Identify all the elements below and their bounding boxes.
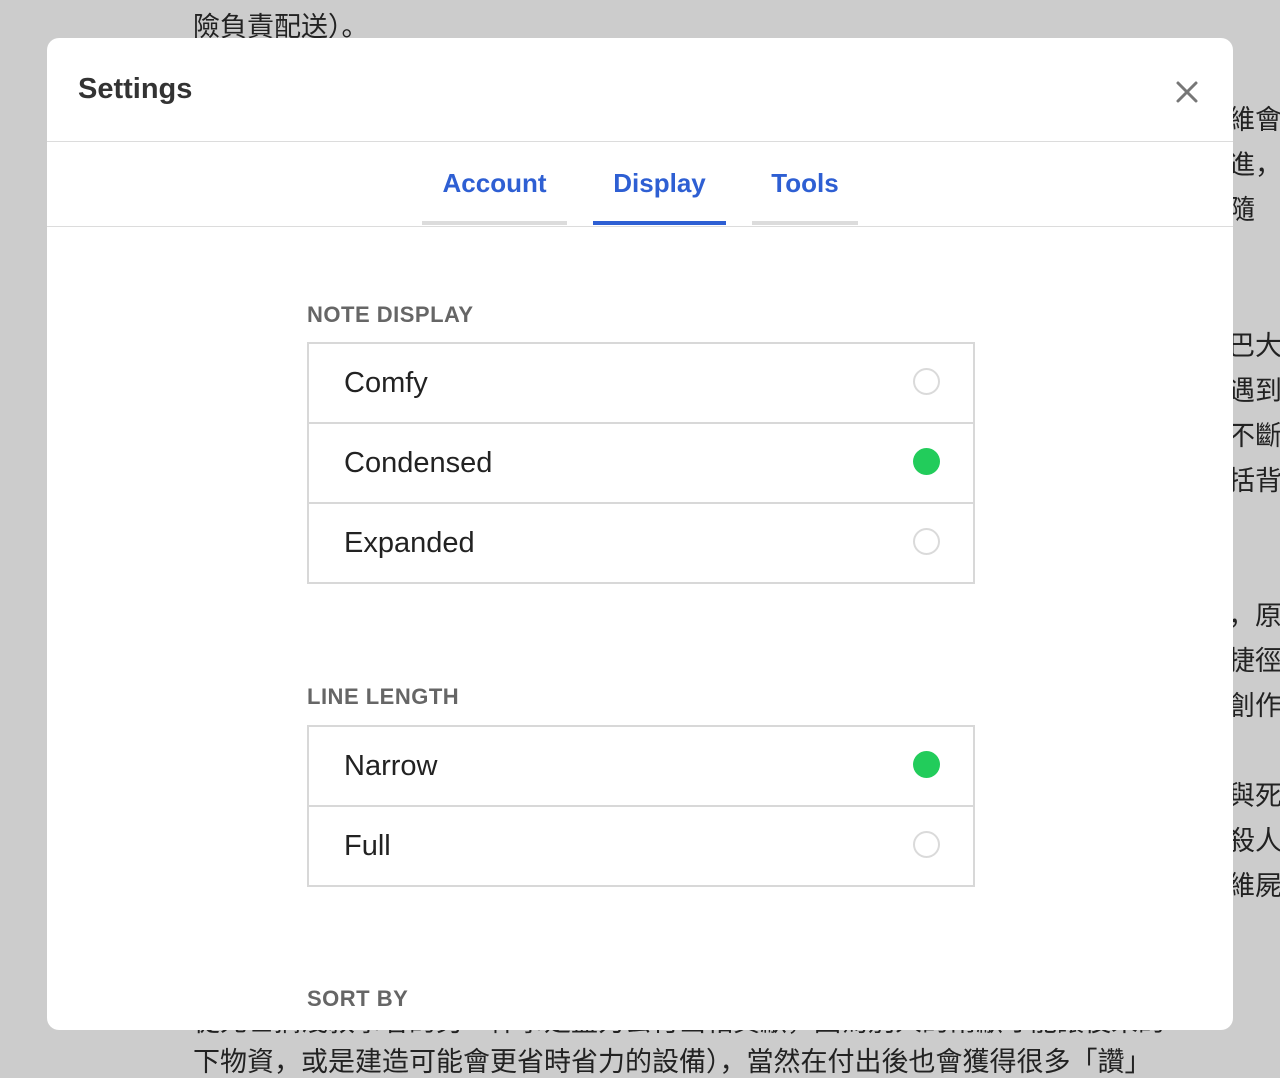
- tab-label: Display: [613, 168, 706, 198]
- background-text-fragment: 不斷: [1228, 421, 1280, 452]
- option-condensed[interactable]: Condensed: [309, 422, 973, 502]
- note-display-options: Comfy Condensed Expanded: [307, 342, 975, 584]
- tab-account[interactable]: Account: [422, 142, 567, 226]
- tab-label: Account: [442, 168, 547, 198]
- close-button[interactable]: [1171, 76, 1203, 108]
- option-expanded[interactable]: Expanded: [309, 502, 973, 582]
- section-label-sort-by: SORT BY: [307, 986, 409, 1011]
- radio-button-selected[interactable]: [913, 751, 940, 778]
- tab-underline: [593, 221, 726, 225]
- tab-underline: [752, 221, 858, 225]
- background-text-fragment: 維會: [1228, 105, 1280, 136]
- option-label: Full: [344, 830, 391, 862]
- option-narrow[interactable]: Narrow: [309, 727, 973, 805]
- tab-tools[interactable]: Tools: [752, 142, 858, 226]
- option-label: Comfy: [344, 367, 428, 399]
- modal-header: Settings: [47, 38, 1233, 142]
- tab-label: Tools: [771, 168, 839, 198]
- option-label: Condensed: [344, 447, 493, 479]
- option-full[interactable]: Full: [309, 805, 973, 885]
- settings-modal: Settings Account Display Tools NOTE DISP…: [47, 38, 1233, 1030]
- option-label: Expanded: [344, 527, 475, 559]
- radio-button-selected[interactable]: [913, 448, 940, 475]
- background-text-fragment: 捷徑: [1228, 646, 1280, 677]
- section-label-line-length: LINE LENGTH: [307, 684, 460, 709]
- background-text-fragment: ，原: [1228, 601, 1280, 632]
- background-text-fragment: 殺人: [1228, 826, 1280, 857]
- close-icon: [1176, 81, 1198, 103]
- radio-button[interactable]: [913, 831, 940, 858]
- background-text-fragment: 括背: [1228, 466, 1280, 497]
- background-text-fragment: 與死: [1228, 781, 1280, 812]
- option-comfy[interactable]: Comfy: [309, 344, 973, 422]
- background-text-fragment: 遇到: [1228, 376, 1280, 407]
- background-text-fragment: 巴大: [1228, 331, 1280, 362]
- background-text-top: 險負責配送）。: [193, 12, 369, 43]
- radio-button[interactable]: [913, 528, 940, 555]
- tab-bar: Account Display Tools: [47, 142, 1233, 227]
- tab-display[interactable]: Display: [593, 142, 726, 226]
- background-text-fragment: 維屍: [1228, 871, 1280, 902]
- radio-button[interactable]: [913, 368, 940, 395]
- line-length-options: Narrow Full: [307, 725, 975, 887]
- option-label: Narrow: [344, 750, 438, 782]
- background-text-fragment: 進，: [1228, 150, 1280, 181]
- background-text-fragment: 創作: [1228, 691, 1280, 722]
- section-label-note-display: NOTE DISPLAY: [307, 302, 474, 327]
- modal-title: Settings: [78, 73, 193, 105]
- tab-underline: [422, 221, 567, 225]
